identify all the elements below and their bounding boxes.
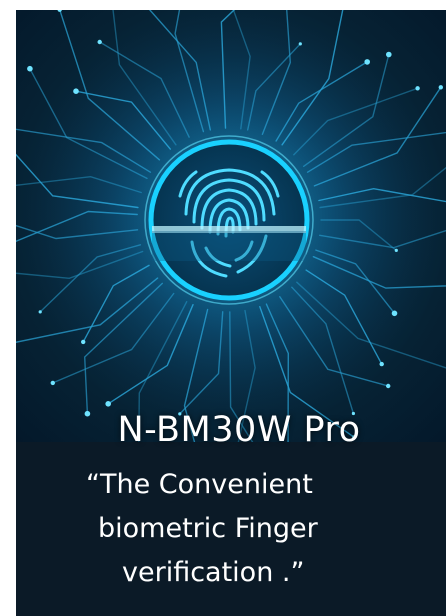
- page-frame: N-BM30W Pro “The Convenient biometric Fi…: [0, 0, 446, 616]
- product-title: N-BM30W Pro: [117, 410, 361, 450]
- circuit-node: [386, 383, 391, 389]
- circuit-node: [81, 339, 86, 345]
- hero-graphic: [16, 10, 446, 442]
- circuit-background: [16, 10, 446, 442]
- circuit-node: [438, 85, 443, 90]
- circuit-node: [415, 86, 420, 91]
- circuit-node: [394, 248, 398, 252]
- tagline-line-1: “The Convenient: [86, 469, 313, 500]
- circuit-node: [391, 310, 398, 317]
- circuit-node: [105, 401, 111, 407]
- circuit-node: [364, 59, 371, 65]
- circuit-node: [298, 42, 302, 46]
- circuit-node: [38, 310, 42, 314]
- circuit-node: [379, 361, 384, 367]
- tagline-line-3: verification .”: [122, 557, 305, 588]
- circuit-node: [50, 380, 55, 386]
- circuit-node: [97, 39, 102, 45]
- circuit-node: [27, 65, 33, 72]
- circuit-node: [73, 88, 79, 94]
- tagline-line-2: biometric Finger: [98, 513, 318, 544]
- circuit-node: [386, 51, 392, 58]
